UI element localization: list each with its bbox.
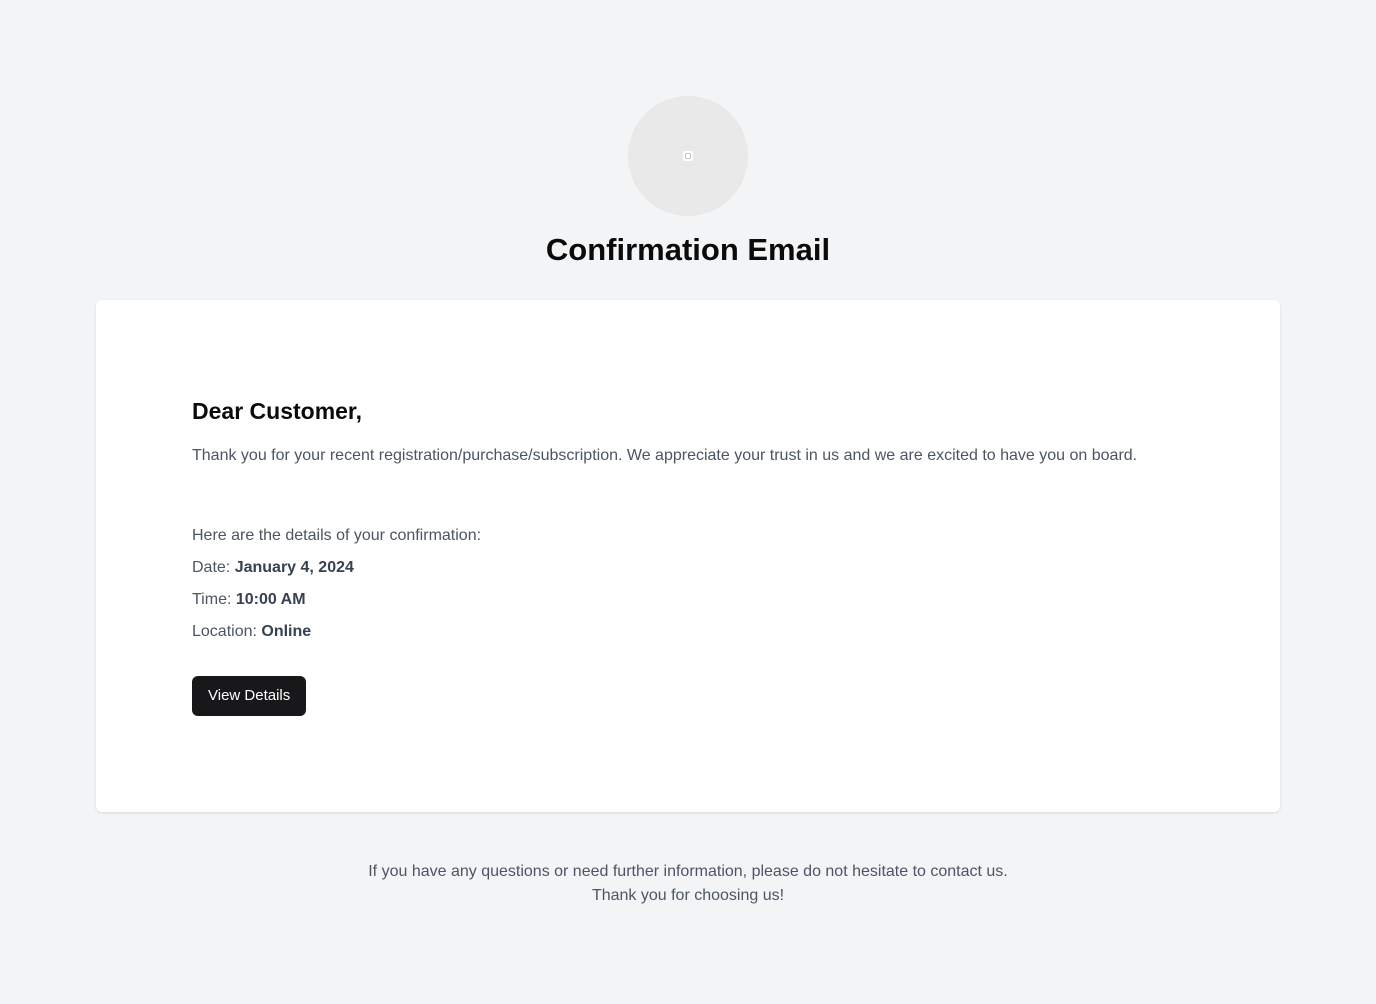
greeting-heading: Dear Customer, bbox=[192, 398, 363, 424]
detail-date: Date: January 4, 2024 bbox=[192, 556, 354, 580]
view-details-button[interactable]: View Details bbox=[192, 676, 307, 716]
logo-placeholder bbox=[628, 96, 748, 216]
footer-line-contact: If you have any questions or need furthe… bbox=[368, 863, 1008, 880]
details-intro: Here are the details of your confirmatio… bbox=[192, 527, 482, 544]
footer-line-thanks: Thank you for choosing us! bbox=[591, 887, 785, 904]
detail-location-label: Location: bbox=[192, 623, 257, 640]
intro-paragraph: Thank you for your recent registration/p… bbox=[192, 447, 1138, 464]
detail-location-value: Online bbox=[261, 623, 312, 640]
page-title: Confirmation Email bbox=[545, 232, 831, 267]
detail-location: Location: Online bbox=[192, 620, 311, 644]
detail-time-value: 10:00 AM bbox=[235, 591, 306, 608]
detail-date-value: January 4, 2024 bbox=[234, 559, 354, 576]
placeholder-image-icon bbox=[683, 151, 693, 161]
footer: If you have any questions or need furthe… bbox=[0, 860, 1376, 908]
email-page: Confirmation Email Dear Customer, Thank … bbox=[0, 0, 1376, 1004]
confirmation-card: Dear Customer, Thank you for your recent… bbox=[96, 300, 1280, 812]
detail-time-label: Time: bbox=[192, 591, 232, 608]
detail-time: Time: 10:00 AM bbox=[192, 588, 306, 612]
detail-date-label: Date: bbox=[192, 559, 231, 576]
